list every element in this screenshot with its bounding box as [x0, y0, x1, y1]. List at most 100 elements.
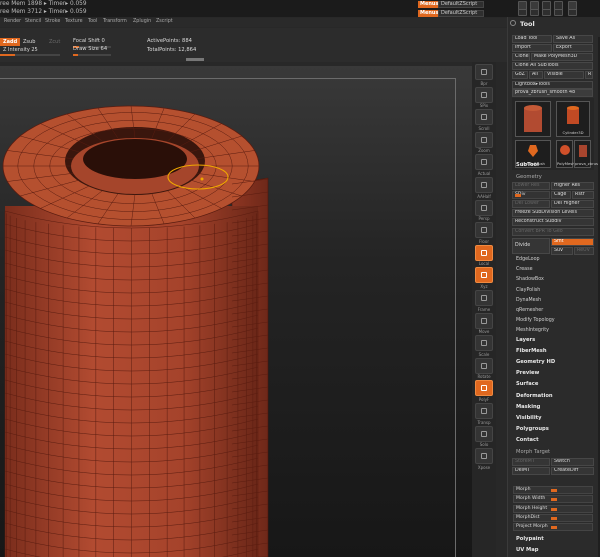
make-polymesh-button[interactable]: Make PolyMesh3D — [531, 53, 593, 61]
shelf-actual-button[interactable] — [475, 154, 493, 171]
thumb-current[interactable] — [515, 101, 551, 137]
shelf-spix-button[interactable] — [475, 86, 493, 103]
reconstruct-subdiv-button[interactable]: Reconstruct Subdiv — [512, 218, 594, 226]
geometry-item-dynamesh[interactable]: DynaMesh — [516, 298, 541, 303]
default-zscript-button[interactable]: DefaultZScript — [438, 1, 484, 8]
section-contact[interactable]: Contact — [516, 437, 539, 443]
geometry-item-edgeloop[interactable]: EdgeLoop — [516, 257, 540, 262]
delmt-button[interactable]: DelMT — [512, 467, 550, 475]
smt-toggle[interactable]: Smt — [551, 238, 594, 246]
reuv-button[interactable]: ReUV — [574, 247, 594, 255]
menu-zplugin[interactable]: Zplugin — [133, 19, 151, 24]
menu-stencil[interactable]: Stencil — [25, 19, 41, 24]
thumb-polymesh3d[interactable]: PolyMesh3D — [556, 140, 580, 168]
tray-icon-1[interactable] — [518, 9, 527, 16]
menu-texture[interactable]: Texture — [65, 19, 83, 24]
del-higher-button[interactable]: Del Higher — [551, 200, 594, 208]
zadd-button[interactable]: Zadd — [0, 38, 21, 46]
shelf-local-button[interactable] — [475, 244, 493, 261]
toolbar-scroll-handle[interactable] — [186, 58, 204, 61]
lower-res-button[interactable]: Lower Res — [512, 182, 550, 190]
section-layers[interactable]: Layers — [516, 337, 535, 343]
menu-tool[interactable]: Tool — [88, 19, 97, 24]
menu-zscript[interactable]: Zscript — [156, 19, 173, 24]
section-morph-target[interactable]: Morph Target — [516, 449, 550, 455]
shelf-bpr-button[interactable] — [475, 64, 493, 80]
del-lower-button[interactable]: Del Lower — [512, 200, 550, 208]
clone-all-subtools-button[interactable]: Clone All SubTools — [512, 62, 593, 70]
slider-morph[interactable]: Morph — [513, 486, 593, 494]
shelf-persp-button[interactable] — [475, 199, 493, 216]
convert-bpr-button[interactable]: Convert BPR To Geo — [512, 228, 594, 236]
storemt-button[interactable]: StoreMT — [512, 458, 550, 466]
shelf-transp-button[interactable] — [475, 403, 493, 419]
geometry-item-shadowbox[interactable]: ShadowBox — [516, 277, 544, 282]
suv-toggle[interactable]: Suv — [551, 247, 573, 255]
slider-morph-height[interactable]: Morph Height — [513, 504, 593, 513]
higher-res-button[interactable]: Higher Res — [551, 182, 594, 190]
section-polygroups[interactable]: Polygroups — [516, 426, 549, 432]
switch-button[interactable]: Switch — [551, 458, 594, 466]
shelf-xpose-button[interactable] — [475, 448, 493, 465]
slider-morph-width[interactable]: Morph Width — [513, 495, 593, 504]
thumb-prova[interactable]: prova_zbrush_sm — [574, 140, 600, 168]
shelf-frame-button[interactable] — [475, 290, 493, 306]
shelf-move-button[interactable] — [475, 312, 493, 329]
focal-shift-slider[interactable]: Focal Shift 0 — [73, 38, 105, 44]
default-zscript-button-2[interactable]: DefaultZScript — [438, 10, 484, 17]
tray-icon-5[interactable] — [568, 9, 577, 16]
tray-icon-3[interactable] — [542, 9, 551, 16]
section-polypaint[interactable]: Polypaint — [516, 536, 544, 542]
panel-collapse-icon[interactable] — [510, 20, 516, 26]
shelf-scale-button[interactable] — [475, 335, 493, 352]
section-preview[interactable]: Preview — [516, 370, 539, 376]
import-button[interactable]: Import — [512, 44, 552, 52]
shelf-zoom-button[interactable] — [475, 131, 493, 148]
export-button[interactable]: Export — [553, 44, 593, 52]
draw-size-track[interactable] — [73, 54, 111, 56]
geometry-item-meshintegrity[interactable]: MeshIntegrity — [516, 328, 549, 333]
save-as-button[interactable]: Save As — [553, 35, 593, 43]
section-masking[interactable]: Masking — [516, 404, 540, 410]
goz-button[interactable]: GoZ — [512, 71, 528, 79]
zsub-button[interactable]: Zsub — [20, 38, 38, 46]
geometry-item-modify-topology[interactable]: Modify Topology — [516, 318, 555, 323]
z-intensity-slider[interactable]: Z Intensity 25 — [0, 46, 41, 54]
section-surface[interactable]: Surface — [516, 381, 538, 387]
shelf-solo-button[interactable] — [475, 425, 493, 442]
geometry-item-crease[interactable]: Crease — [516, 267, 533, 272]
draw-size-slider[interactable]: Draw Size 64 — [73, 46, 107, 52]
menu-stroke[interactable]: Stroke — [45, 19, 60, 24]
shelf-scroll-button[interactable] — [475, 109, 493, 126]
thumb-cylinder3d[interactable]: Cylinder3D — [556, 101, 590, 137]
shelf-polyf-button[interactable] — [475, 380, 493, 397]
menu-render[interactable]: Render — [4, 19, 21, 24]
r-button[interactable]: R — [585, 71, 593, 79]
geometry-item-claypolish[interactable]: ClayPolish — [516, 288, 540, 293]
current-tool-name[interactable]: prova_zbrush_smooth 48 — [512, 89, 593, 97]
rstr-button[interactable]: Rstr — [572, 191, 594, 199]
creatediff-button[interactable]: CreateDiff — [551, 467, 594, 475]
shelf-aahalf-button[interactable] — [475, 177, 493, 193]
section-geometry[interactable]: Geometry — [516, 174, 542, 180]
menu-transform[interactable]: Transform — [103, 19, 127, 24]
shelf-xyz-button[interactable] — [475, 267, 493, 284]
zcut-button[interactable]: Zcut — [46, 38, 63, 46]
shelf-floor-button[interactable] — [475, 222, 493, 239]
visible-button[interactable]: Visible — [544, 71, 584, 79]
lightbox-tools-button[interactable]: Lightbox▸Tools — [512, 81, 593, 89]
section-geometry-hd[interactable]: Geometry HD — [516, 359, 555, 365]
geometry-item-qremesher[interactable]: qRemesher — [516, 308, 543, 313]
divide-button[interactable]: Divide — [512, 238, 550, 254]
section-deformation[interactable]: Deformation — [516, 393, 553, 399]
clone-button[interactable]: Clone — [512, 53, 530, 61]
tray-icon-4[interactable] — [554, 9, 563, 16]
load-tool-button[interactable]: Load Tool — [512, 35, 552, 43]
slider-morphdist[interactable]: MorphDist — [513, 513, 593, 522]
section-fibermesh[interactable]: FiberMesh — [516, 348, 547, 354]
section-uv-map[interactable]: UV Map — [516, 547, 538, 553]
shelf-rotate-button[interactable] — [475, 357, 493, 374]
sdiv-slider[interactable]: SDiv — [512, 191, 550, 199]
section-subtool[interactable]: SubTool — [516, 162, 539, 168]
z-intensity-track[interactable] — [0, 54, 60, 56]
